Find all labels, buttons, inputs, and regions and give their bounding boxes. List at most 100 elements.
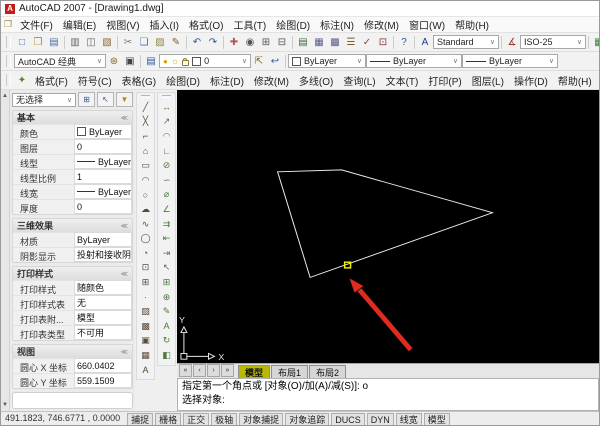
property-value[interactable]: ByLayer: [74, 232, 132, 247]
status-toggle-snap[interactable]: 捕捉: [127, 413, 153, 425]
dimension-text-edit-icon[interactable]: A: [159, 319, 174, 334]
help-icon[interactable]: ?: [396, 35, 412, 50]
quick-dimension-icon[interactable]: ⇉: [159, 217, 174, 232]
line-icon[interactable]: ╱: [138, 100, 153, 115]
toolbar-grip[interactable]: [6, 74, 11, 86]
tab-layout1[interactable]: 布局1: [271, 365, 308, 378]
match-properties-icon[interactable]: ✎: [168, 35, 184, 50]
polygon-icon[interactable]: ⌂: [138, 144, 153, 159]
section-header-general[interactable]: 基本≪: [13, 111, 132, 124]
menu-item-view[interactable]: 视图(V): [101, 17, 144, 32]
open-icon[interactable]: ❒: [30, 35, 46, 50]
selection-combo[interactable]: 无选择 ∨: [12, 93, 76, 107]
express-menu-item-dimension[interactable]: 标注(D): [205, 73, 249, 88]
tab-model[interactable]: 模型: [238, 365, 270, 378]
property-value[interactable]: 无: [74, 295, 132, 310]
radius-dimension-icon[interactable]: ⊘: [159, 158, 174, 173]
property-value[interactable]: 模型: [74, 310, 132, 325]
insert-block-icon[interactable]: ⊡: [138, 261, 153, 276]
linetype-combo[interactable]: ByLayer ∨: [366, 54, 462, 68]
select-objects-button[interactable]: ↖: [97, 92, 114, 107]
cut-icon[interactable]: ✂: [120, 35, 136, 50]
palette-title-strip[interactable]: ▲ ▼: [1, 90, 10, 411]
layer-properties-manager-icon[interactable]: ▤: [143, 54, 159, 69]
menu-item-window[interactable]: 窗口(W): [404, 17, 450, 32]
express-menu-item-table[interactable]: 表格(G): [117, 73, 161, 88]
status-toggle-osnap[interactable]: 对象捕捉: [239, 413, 283, 425]
lineweight-combo[interactable]: ByLayer ∨: [462, 54, 558, 68]
point-icon[interactable]: ·: [138, 290, 153, 305]
collapse-chevron-icon[interactable]: ≪: [121, 222, 128, 230]
status-toggle-polar[interactable]: 极轴: [211, 413, 237, 425]
property-value[interactable]: 559.1509: [74, 373, 132, 388]
status-toggle-model[interactable]: 模型: [424, 413, 450, 425]
express-menu-item-format[interactable]: 格式(F): [30, 73, 73, 88]
workspace-combo[interactable]: AutoCAD 经典 ∨: [14, 54, 106, 68]
workspace-settings-icon[interactable]: ⊛: [106, 54, 122, 69]
property-value[interactable]: ByLayer: [74, 154, 132, 169]
angular-dimension-icon[interactable]: ∠: [159, 202, 174, 217]
palette-collapse-arrow-icon[interactable]: ▲: [2, 93, 8, 99]
hatch-icon[interactable]: ▨: [138, 304, 153, 319]
linear-dimension-icon[interactable]: ↔: [159, 100, 174, 115]
section-header-plot-style[interactable]: 打印样式≪: [13, 267, 132, 280]
menu-item-modify[interactable]: 修改(M): [359, 17, 404, 32]
redo-icon[interactable]: ↷: [205, 35, 221, 50]
designcenter-icon[interactable]: ▦: [311, 35, 327, 50]
menu-item-draw[interactable]: 绘图(D): [271, 17, 315, 32]
menu-item-format[interactable]: 格式(O): [184, 17, 228, 32]
tolerance-icon[interactable]: ⊞: [159, 275, 174, 290]
status-toggle-ducs[interactable]: DUCS: [331, 413, 365, 425]
tab-layout2[interactable]: 布局2: [309, 365, 346, 378]
plot-preview-icon[interactable]: ◫: [83, 35, 99, 50]
menu-item-tools[interactable]: 工具(T): [228, 17, 271, 32]
text-style-combo[interactable]: Standard ∨: [433, 35, 499, 49]
drawing-canvas[interactable]: X Y: [177, 90, 599, 363]
property-value[interactable]: 不可用: [74, 325, 132, 340]
dim-style-combo[interactable]: ISO-25 ∨: [520, 35, 586, 49]
quickcalc-icon[interactable]: ⊡: [375, 35, 391, 50]
undo-icon[interactable]: ↶: [189, 35, 205, 50]
property-value[interactable]: 1: [74, 169, 132, 184]
aligned-dimension-icon[interactable]: ↗: [159, 115, 174, 130]
diameter-dimension-icon[interactable]: ⌀: [159, 188, 174, 203]
mtext-icon[interactable]: A: [138, 363, 153, 378]
section-header-view[interactable]: 视图≪: [13, 345, 132, 358]
menu-item-insert[interactable]: 插入(I): [145, 17, 184, 32]
revision-cloud-icon[interactable]: ☁: [138, 202, 153, 217]
express-menu-item-modify[interactable]: 修改(M): [249, 73, 294, 88]
markup-set-manager-icon[interactable]: ✓: [359, 35, 375, 50]
tool-palettes-icon[interactable]: ▩: [327, 35, 343, 50]
jogged-dimension-icon[interactable]: ∽: [159, 173, 174, 188]
property-value[interactable]: 投射和接收阴影: [74, 247, 132, 262]
save-icon[interactable]: ▤: [46, 35, 62, 50]
property-value[interactable]: 0: [74, 139, 132, 154]
status-toggle-lwt[interactable]: 线宽: [396, 413, 422, 425]
publish-icon[interactable]: ▧: [99, 35, 115, 50]
coordinates-readout[interactable]: 491.1823, 746.6771 , 0.0000: [5, 413, 120, 423]
make-block-icon[interactable]: ⊞: [138, 275, 153, 290]
tab-nav-button-2[interactable]: ›: [207, 364, 220, 377]
gradient-icon[interactable]: ▩: [138, 319, 153, 334]
status-toggle-grid[interactable]: 栅格: [155, 413, 181, 425]
copy-icon[interactable]: ❏: [136, 35, 152, 50]
spline-icon[interactable]: ∿: [138, 217, 153, 232]
paste-icon[interactable]: ▨: [152, 35, 168, 50]
express-menu-item-operation[interactable]: 操作(D): [509, 73, 553, 88]
collapse-chevron-icon[interactable]: ≪: [121, 114, 128, 122]
drawing-file-icon[interactable]: ❒: [4, 19, 12, 30]
menu-item-file[interactable]: 文件(F): [15, 17, 58, 32]
collapse-chevron-icon[interactable]: ≪: [121, 270, 128, 278]
collapse-chevron-icon[interactable]: ≪: [121, 348, 128, 356]
pan-icon[interactable]: ✚: [226, 35, 242, 50]
quick-leader-icon[interactable]: ↖: [159, 261, 174, 276]
arc-length-dimension-icon[interactable]: ◠: [159, 129, 174, 144]
ellipse-icon[interactable]: ◯: [138, 231, 153, 246]
express-menu-item-help[interactable]: 帮助(H): [553, 73, 597, 88]
continue-dimension-icon[interactable]: ⇥: [159, 246, 174, 261]
menu-item-dimension[interactable]: 标注(N): [315, 17, 359, 32]
quadrilateral-shape[interactable]: [278, 170, 493, 277]
layer-previous-icon[interactable]: ↩: [267, 54, 283, 69]
tab-nav-button-1[interactable]: ‹: [193, 364, 206, 377]
property-value[interactable]: ByLayer: [74, 184, 132, 199]
